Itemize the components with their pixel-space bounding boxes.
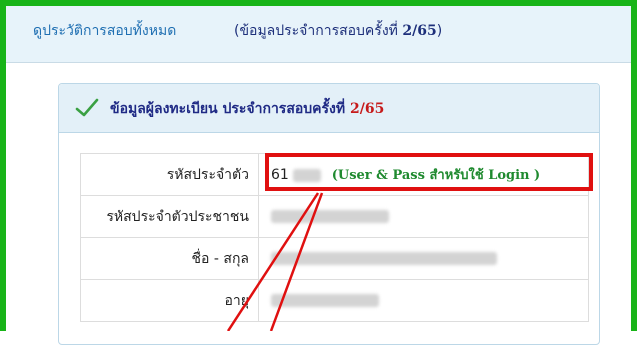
history-header: ดูประวัติการสอบทั้งหมด (ข้อมูลประจำการสอ… [6,6,631,63]
panel-title-round: 2/65 [349,101,385,117]
national-id-label: รหัสประจำตัวประชาชน [80,195,259,238]
history-note-round: 2/65 [402,23,437,39]
redacted-value [271,210,389,223]
redacted-value [271,294,379,307]
national-id-value [258,195,589,238]
history-round-note: (ข้อมูลประจำการสอบครั้งที่ 2/65) [234,20,442,42]
panel-title-text: ข้อมูลผู้ลงทะเบียน ประจำการสอบครั้งที่ [110,101,346,117]
age-label: อายุ [80,279,259,322]
history-note-prefix: (ข้อมูลประจำการสอบครั้งที่ [234,23,398,39]
history-note-suffix: ) [436,23,443,39]
table-row: รหัสประจำตัวประชาชน [80,195,589,238]
check-icon [75,98,99,117]
age-value [258,279,589,322]
full-name-value [258,237,589,280]
view-all-history-link[interactable]: ดูประวัติการสอบทั้งหมด [33,20,176,42]
table-row: อายุ [80,279,589,322]
highlight-box [265,153,593,191]
table-row: ชื่อ - สกุล [80,237,589,280]
registrant-info-panel: ข้อมูลผู้ลงทะเบียน ประจำการสอบครั้งที่ 2… [58,83,600,345]
redacted-value [271,252,497,265]
panel-header: ข้อมูลผู้ลงทะเบียน ประจำการสอบครั้งที่ 2… [59,84,599,133]
student-id-label: รหัสประจำตัว [80,153,259,196]
panel-title: ข้อมูลผู้ลงทะเบียน ประจำการสอบครั้งที่ 2… [110,98,384,120]
full-name-label: ชื่อ - สกุล [80,237,259,280]
